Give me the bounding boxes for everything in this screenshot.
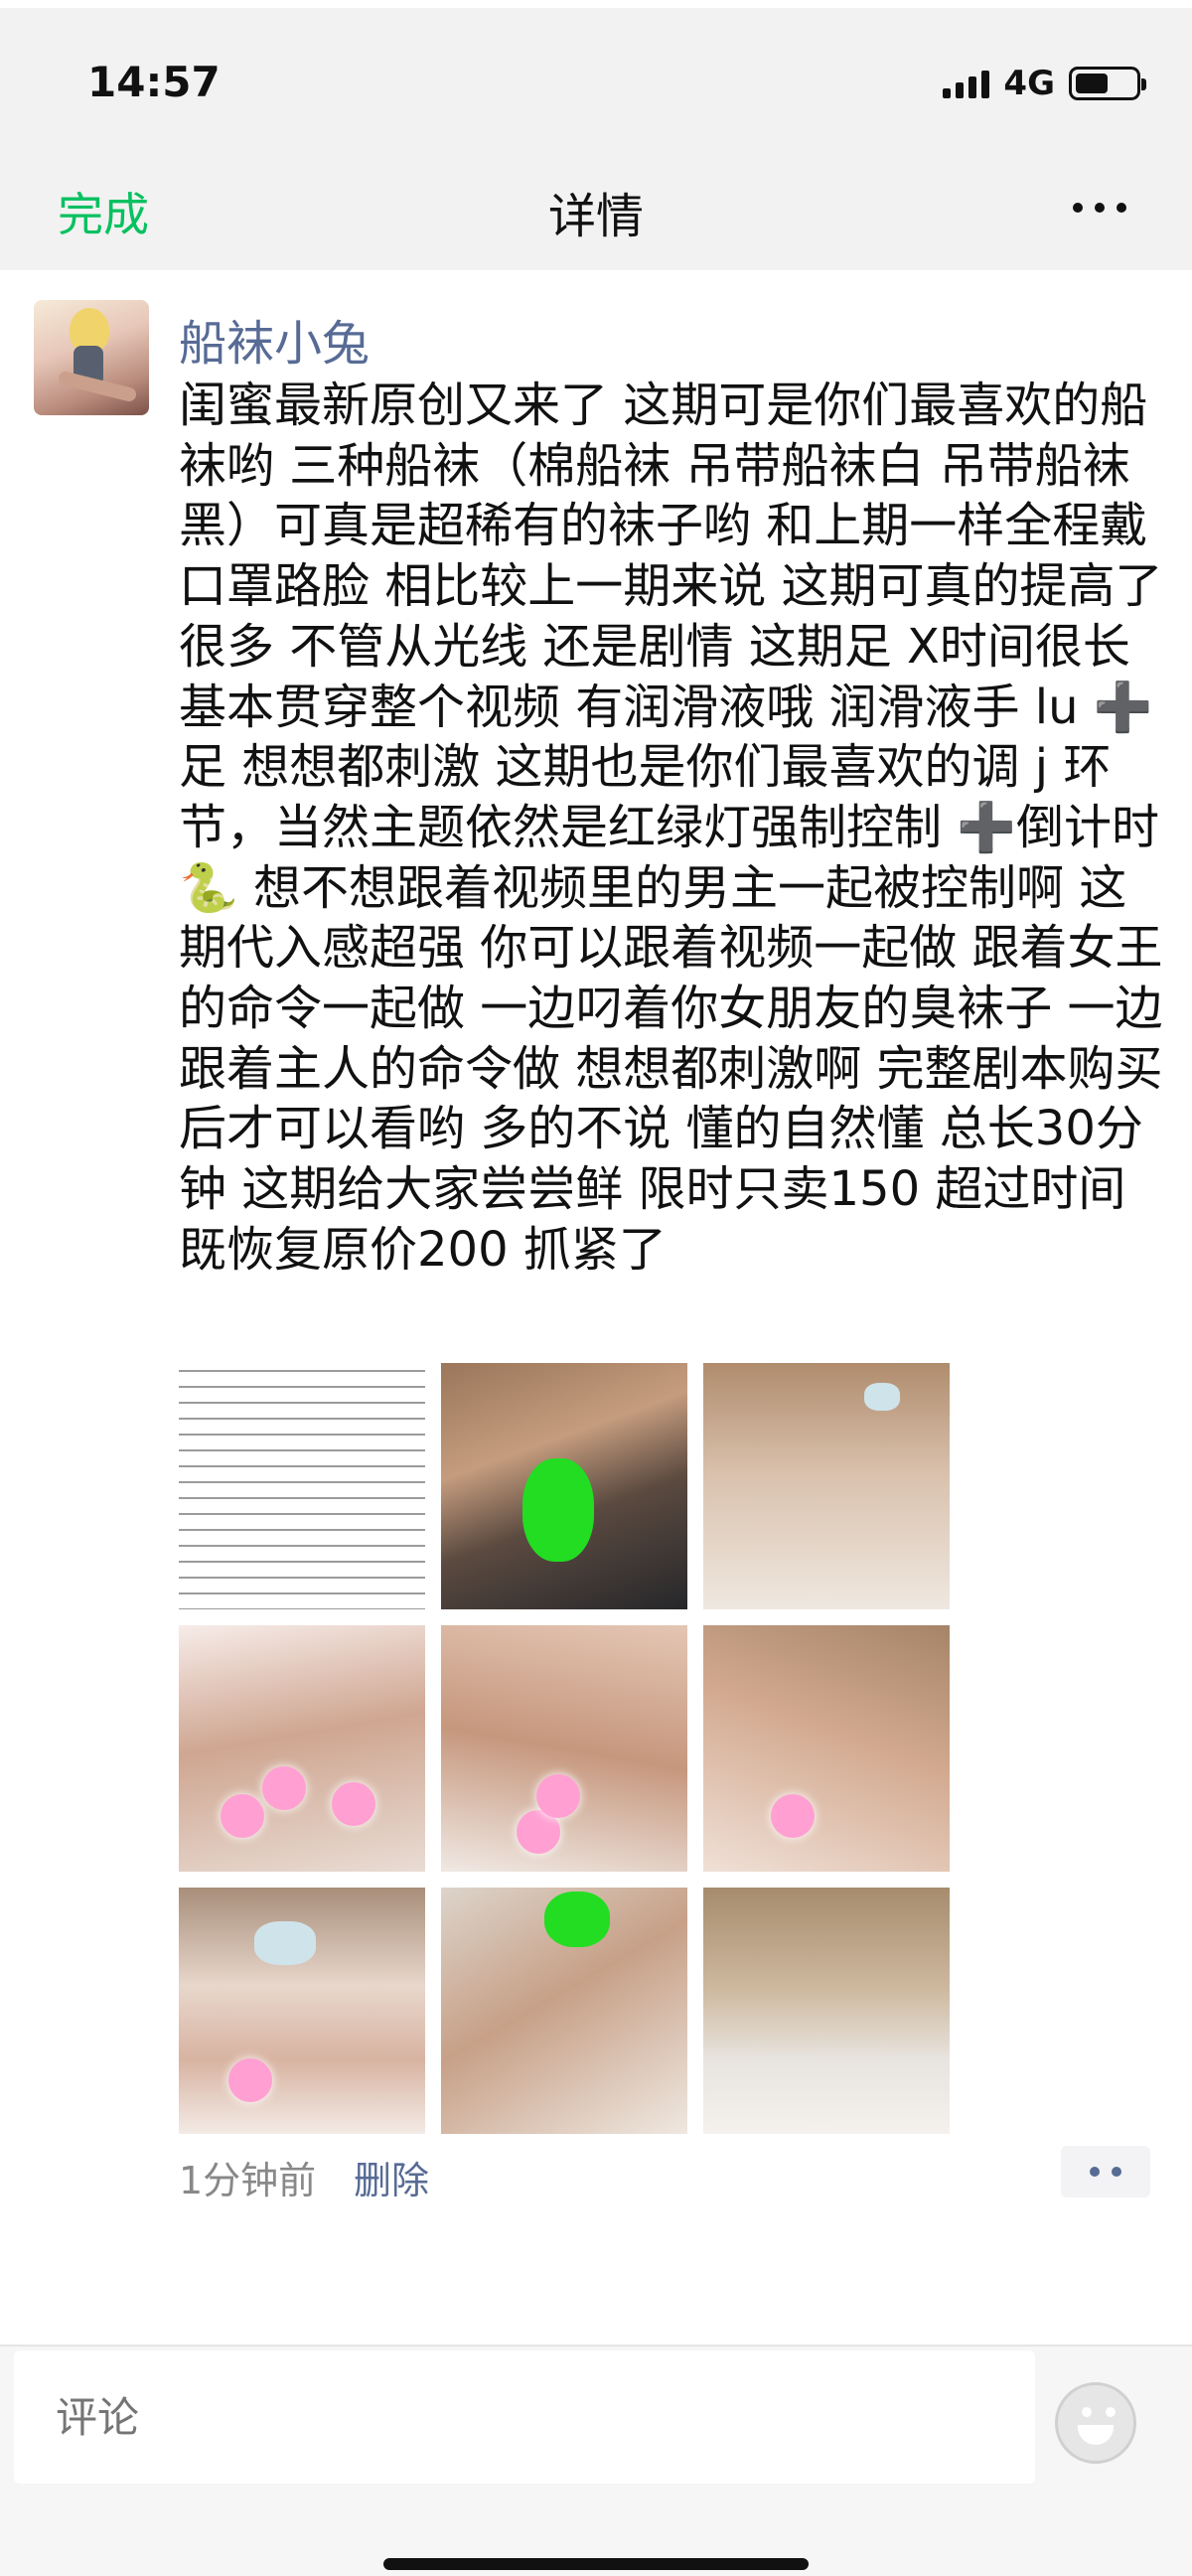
post-photo-4[interactable] bbox=[179, 1625, 425, 1872]
emoji-icon[interactable] bbox=[1055, 2382, 1136, 2464]
post-text: 闺蜜最新原创又来了 这期可是你们最喜欢的船袜哟 三种船袜（棉船袜 吊带船袜白 吊… bbox=[179, 378, 1163, 1278]
more-icon[interactable] bbox=[1073, 203, 1126, 213]
battery-icon bbox=[1069, 67, 1146, 100]
delete-link[interactable]: 删除 bbox=[354, 2150, 429, 2204]
top-bar: 14:57 4G 完成 详情 bbox=[0, 0, 1192, 270]
post-photo-1[interactable] bbox=[179, 1363, 425, 1609]
status-icons: 4G bbox=[943, 64, 1146, 103]
signal-icon bbox=[943, 69, 990, 98]
post-photo-9[interactable] bbox=[703, 1888, 950, 2134]
page-title: 详情 bbox=[547, 189, 644, 244]
post-time: 1分钟前 bbox=[179, 2159, 317, 2202]
post-photo-3[interactable] bbox=[703, 1363, 950, 1609]
top-border bbox=[0, 0, 1192, 8]
post-photo-6[interactable] bbox=[703, 1625, 950, 1872]
post-photo-8[interactable] bbox=[441, 1888, 687, 2134]
home-indicator bbox=[383, 2558, 809, 2570]
comment-input[interactable] bbox=[14, 2350, 1035, 2484]
post-photo-2[interactable] bbox=[441, 1363, 687, 1609]
network-type: 4G bbox=[1003, 64, 1055, 103]
post-photo-5[interactable] bbox=[441, 1625, 687, 1872]
status-time: 14:57 bbox=[87, 58, 221, 106]
avatar[interactable] bbox=[34, 300, 149, 415]
username[interactable]: 船袜小兔 bbox=[179, 304, 370, 374]
comment-like-menu-button[interactable] bbox=[1061, 2146, 1150, 2197]
post-photo-7[interactable] bbox=[179, 1888, 425, 2134]
